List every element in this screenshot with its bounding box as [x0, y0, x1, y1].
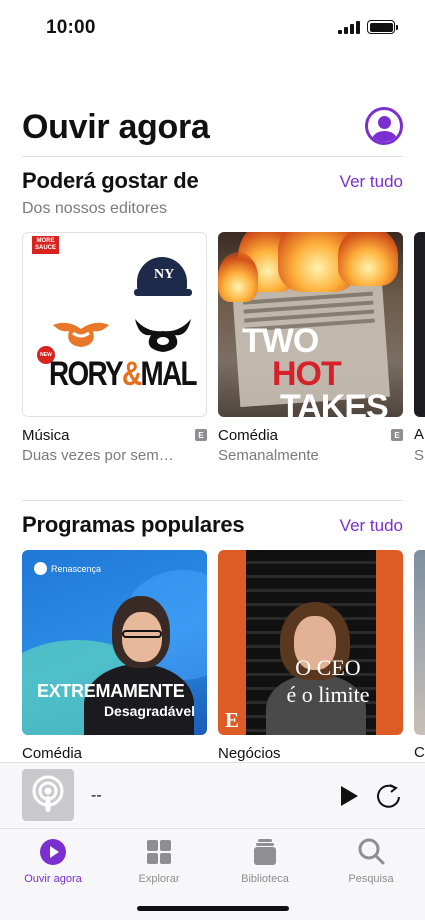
artwork-subtitle: Desagradável [103, 703, 195, 719]
section-title-popular: Programas populares [22, 512, 245, 537]
explicit-badge: E [391, 429, 403, 441]
podcast-card-two-hot-takes[interactable]: TWO HOT TAKES Comédia E Semanalmente [218, 232, 403, 464]
host-photo [112, 596, 170, 668]
black-beard-icon [135, 319, 191, 352]
library-stack-icon [250, 837, 280, 867]
tab-label: Pesquisa [348, 873, 394, 885]
artwork-title: TWO HOT TAKES [242, 322, 389, 417]
podcast-placeholder-icon [22, 769, 74, 821]
page-title: Ouvir agora [22, 108, 210, 146]
podcast-card-rory-mal[interactable]: MORE SAUCE NY NEW RORY&MAL Música E Duas… [22, 232, 207, 464]
card-frequency: Semanalmente [218, 447, 319, 464]
tab-pesquisa[interactable]: Pesquisa [326, 837, 416, 885]
play-icon[interactable] [338, 785, 360, 807]
popular-carousel[interactable]: Renascença EXTREMAMENTE Desagradável Com… [22, 550, 425, 762]
home-indicator [137, 906, 289, 911]
more-sauce-logo: MORE SAUCE [32, 236, 59, 254]
mini-player[interactable]: -- [0, 762, 425, 828]
card-frequency: Duas vezes por sem… [22, 447, 174, 464]
tab-label: Ouvir agora [24, 873, 82, 885]
podcast-artwork: Renascença EXTREMAMENTE Desagradável [22, 550, 207, 735]
podcast-artwork: TWO HOT TAKES [218, 232, 403, 417]
artwork-title: EXTREMAMENTE [37, 681, 185, 701]
card-genre: Comédia [218, 426, 279, 444]
tab-biblioteca[interactable]: Biblioteca [220, 837, 310, 885]
card-frequency: S [414, 447, 425, 464]
artwork-title: RORY&MAL [49, 355, 198, 393]
tab-label: Biblioteca [241, 873, 289, 885]
status-time: 10:00 [46, 17, 96, 38]
card-genre: C [414, 744, 425, 761]
see-all-popular-link[interactable]: Ver tudo [340, 516, 403, 536]
grid-icon [144, 837, 174, 867]
tab-label: Explorar [138, 873, 180, 885]
see-all-recommended-link[interactable]: Ver tudo [340, 172, 403, 192]
expresso-logo: E [225, 708, 240, 732]
podcast-card-extremamente[interactable]: Renascença EXTREMAMENTE Desagradável Com… [22, 550, 207, 762]
section-title-recommended: Poderá gostar de [22, 168, 199, 193]
podcast-card-ceo-limite[interactable]: O CEO é o limite E Negócios [218, 550, 403, 762]
divider [22, 500, 403, 501]
explicit-badge: E [195, 429, 207, 441]
orange-beard-icon [53, 322, 109, 347]
card-genre: A [414, 426, 425, 443]
tab-ouvir-agora[interactable]: Ouvir agora [8, 837, 98, 885]
section-subtitle: Dos nossos editores [22, 200, 167, 217]
renascenca-logo: Renascença [34, 562, 101, 575]
podcast-card-peek-artwork[interactable] [414, 550, 425, 735]
play-circle-icon [38, 837, 68, 867]
baseball-cap-icon: NY [134, 257, 192, 296]
battery-icon [367, 20, 398, 34]
account-icon[interactable] [365, 107, 403, 145]
podcast-artwork: O CEO é o limite E [218, 550, 403, 735]
status-icons [338, 20, 398, 34]
card-genre: Comédia [22, 744, 83, 762]
divider [22, 156, 403, 157]
status-bar: 10:00 [0, 0, 425, 56]
card-genre: Negócios [218, 744, 281, 762]
artwork-title: O CEO é o limite [286, 655, 370, 707]
page-header: Ouvir agora [22, 104, 403, 156]
now-playing-title: -- [91, 787, 102, 804]
podcast-card-peek-artwork[interactable] [414, 232, 425, 417]
card-genre: Música [22, 426, 70, 444]
signal-icon [338, 20, 360, 34]
skip-forward-icon[interactable] [375, 783, 402, 810]
recommended-carousel[interactable]: MORE SAUCE NY NEW RORY&MAL Música E Duas… [22, 232, 425, 472]
search-icon [356, 837, 386, 867]
tab-explorar[interactable]: Explorar [114, 837, 204, 885]
podcast-artwork: MORE SAUCE NY NEW RORY&MAL [22, 232, 207, 417]
